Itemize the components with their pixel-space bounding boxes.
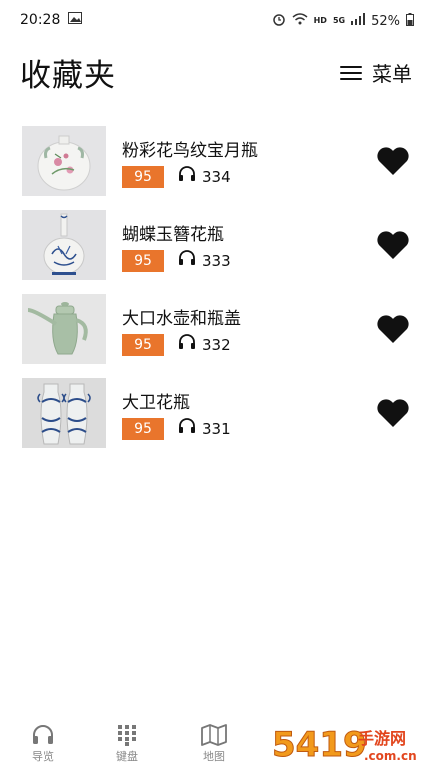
menu-label: 菜单 xyxy=(372,62,412,86)
keypad-icon xyxy=(97,722,157,748)
header: 收藏夹 菜单 xyxy=(0,40,432,100)
alarm-icon xyxy=(272,12,286,30)
list-item[interactable]: 粉彩花鸟纹宝月瓶 95 334 xyxy=(0,124,432,196)
list-item[interactable]: 大口水壶和瓶盖 95 332 xyxy=(0,292,432,364)
svg-text:5419: 5419 xyxy=(272,725,367,765)
score-badge: 95 xyxy=(122,418,164,440)
listen-count-value: 331 xyxy=(202,420,231,438)
favorite-heart-icon[interactable] xyxy=(376,230,410,260)
watermark-logo: 5419 手游网 .com.cn xyxy=(272,718,432,768)
listen-count: 332 xyxy=(178,334,231,356)
item-title: 粉彩花鸟纹宝月瓶 xyxy=(122,141,258,161)
item-thumbnail xyxy=(22,294,106,364)
item-thumbnail xyxy=(22,210,106,280)
svg-text:.com.cn: .com.cn xyxy=(364,749,417,763)
listen-count-value: 332 xyxy=(202,336,231,354)
status-time: 20:28 xyxy=(20,12,61,28)
item-title: 大卫花瓶 xyxy=(122,393,190,413)
list-item[interactable]: 蝴蝶玉簪花瓶 95 333 xyxy=(0,208,432,280)
network-type: 5G xyxy=(332,16,346,25)
hamburger-icon xyxy=(340,65,362,80)
listen-count: 331 xyxy=(178,418,231,440)
score-badge: 95 xyxy=(122,250,164,272)
bottom-tab-bar: 导览 键盘 地图 5419 手游网 .com.cn xyxy=(0,718,432,768)
list-item[interactable]: 大卫花瓶 95 331 xyxy=(0,376,432,448)
tab-label: 键盘 xyxy=(116,750,138,763)
item-thumbnail xyxy=(22,378,106,448)
svg-text:手游网: 手游网 xyxy=(358,729,406,748)
listen-count: 334 xyxy=(178,166,231,188)
favorite-heart-icon[interactable] xyxy=(376,146,410,176)
tab-label: 导览 xyxy=(32,750,54,763)
item-title: 蝴蝶玉簪花瓶 xyxy=(122,225,224,245)
listen-count: 333 xyxy=(178,250,231,272)
gallery-notification-icon xyxy=(68,12,83,28)
hd-indicator: HD xyxy=(313,16,327,25)
status-bar: 20:28 HD 5G 52% xyxy=(0,0,432,40)
listen-count-value: 333 xyxy=(202,252,231,270)
score-badge: 95 xyxy=(122,166,164,188)
score-badge: 95 xyxy=(122,334,164,356)
tab-map[interactable]: 地图 xyxy=(184,722,244,764)
favorite-heart-icon[interactable] xyxy=(376,314,410,344)
item-title: 大口水壶和瓶盖 xyxy=(122,309,241,329)
battery-percent: 52% xyxy=(371,13,400,29)
map-icon xyxy=(184,722,244,748)
page-title: 收藏夹 xyxy=(20,58,116,94)
headphones-icon xyxy=(178,418,196,440)
favorite-heart-icon[interactable] xyxy=(376,398,410,428)
tab-guide[interactable]: 导览 xyxy=(13,722,73,764)
tab-label: 地图 xyxy=(203,750,225,763)
headphones-icon xyxy=(13,722,73,748)
menu-button[interactable]: 菜单 xyxy=(340,58,412,87)
item-thumbnail xyxy=(22,126,106,196)
headphones-icon xyxy=(178,250,196,272)
signal-icon xyxy=(351,13,366,29)
headphones-icon xyxy=(178,166,196,188)
battery-icon xyxy=(406,12,414,30)
headphones-icon xyxy=(178,334,196,356)
listen-count-value: 334 xyxy=(202,168,231,186)
wifi-icon xyxy=(292,13,308,29)
tab-keypad[interactable]: 键盘 xyxy=(97,722,157,764)
